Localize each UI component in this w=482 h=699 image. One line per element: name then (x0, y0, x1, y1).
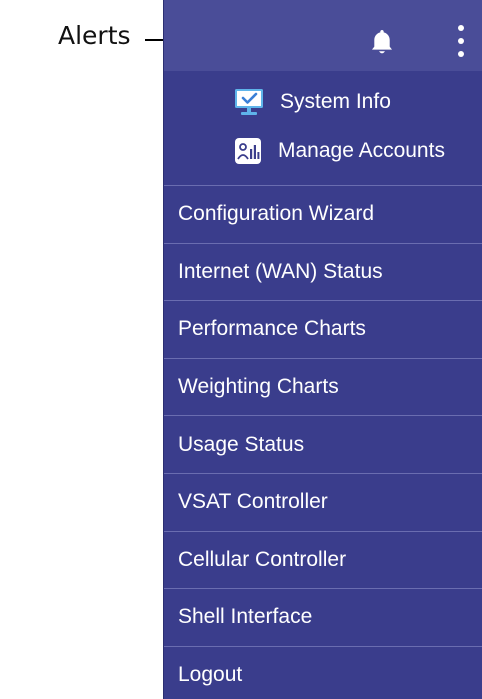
side-menu-panel: System Info Manage Accounts Configuratio… (163, 0, 482, 699)
main-menu-list: Configuration Wizard Internet (WAN) Stat… (164, 185, 482, 699)
manage-accounts-label: Manage Accounts (278, 139, 445, 162)
menu-item-logout[interactable]: Logout (164, 645, 482, 699)
menu-item-configuration-wizard[interactable]: Configuration Wizard (164, 185, 482, 243)
kebab-dot (458, 25, 464, 31)
vertical-ellipsis-icon[interactable] (455, 25, 467, 59)
accounts-chart-icon (234, 137, 264, 165)
bell-icon[interactable] (369, 28, 395, 56)
menu-item-internet-wan-status[interactable]: Internet (WAN) Status (164, 242, 482, 301)
screen: Alerts System Info Manage Accounts Confi… (0, 0, 482, 699)
menu-item-usage-status[interactable]: Usage Status (164, 415, 482, 473)
kebab-dot (458, 51, 464, 57)
menu-header (164, 0, 482, 71)
menu-item-cellular-controller[interactable]: Cellular Controller (164, 530, 482, 589)
monitor-check-icon (234, 88, 264, 116)
menu-item-shell-interface[interactable]: Shell Interface (164, 588, 482, 646)
kebab-dot (458, 38, 464, 44)
manage-accounts-link[interactable]: Manage Accounts (234, 137, 445, 165)
menu-item-performance-charts[interactable]: Performance Charts (164, 300, 482, 358)
menu-item-vsat-controller[interactable]: VSAT Controller (164, 472, 482, 531)
system-info-link[interactable]: System Info (234, 88, 391, 116)
system-info-label: System Info (280, 90, 391, 113)
menu-item-weighting-charts[interactable]: Weighting Charts (164, 357, 482, 416)
alerts-annotation-label: Alerts (58, 21, 131, 50)
